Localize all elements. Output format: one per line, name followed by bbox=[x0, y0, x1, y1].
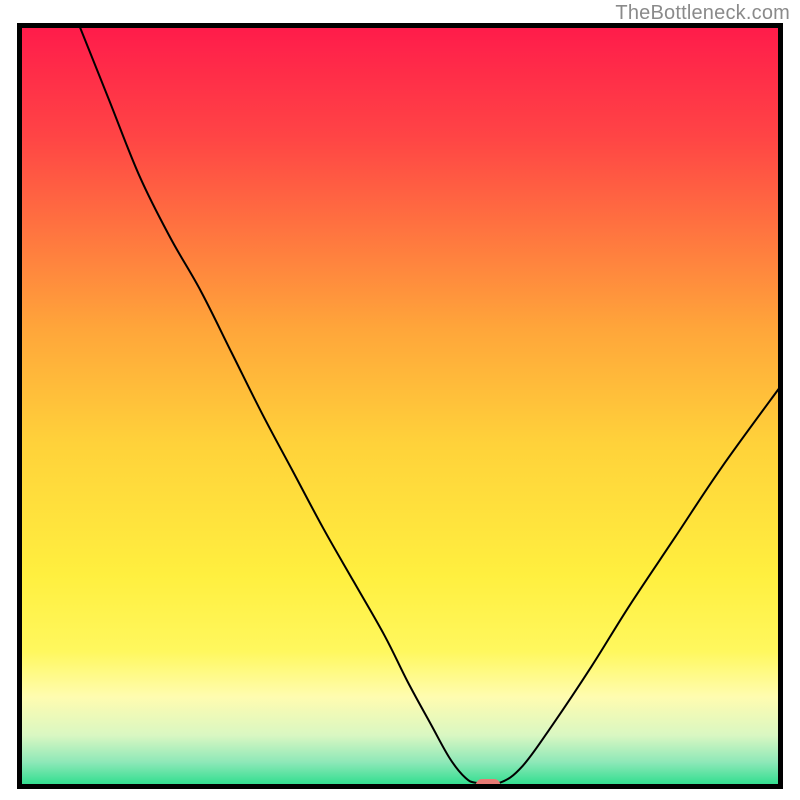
plot-area bbox=[17, 23, 783, 789]
watermark-text: TheBottleneck.com bbox=[615, 2, 790, 25]
chart-background bbox=[17, 23, 783, 789]
chart-container: TheBottleneck.com bbox=[0, 0, 800, 800]
chart-svg bbox=[17, 23, 783, 789]
